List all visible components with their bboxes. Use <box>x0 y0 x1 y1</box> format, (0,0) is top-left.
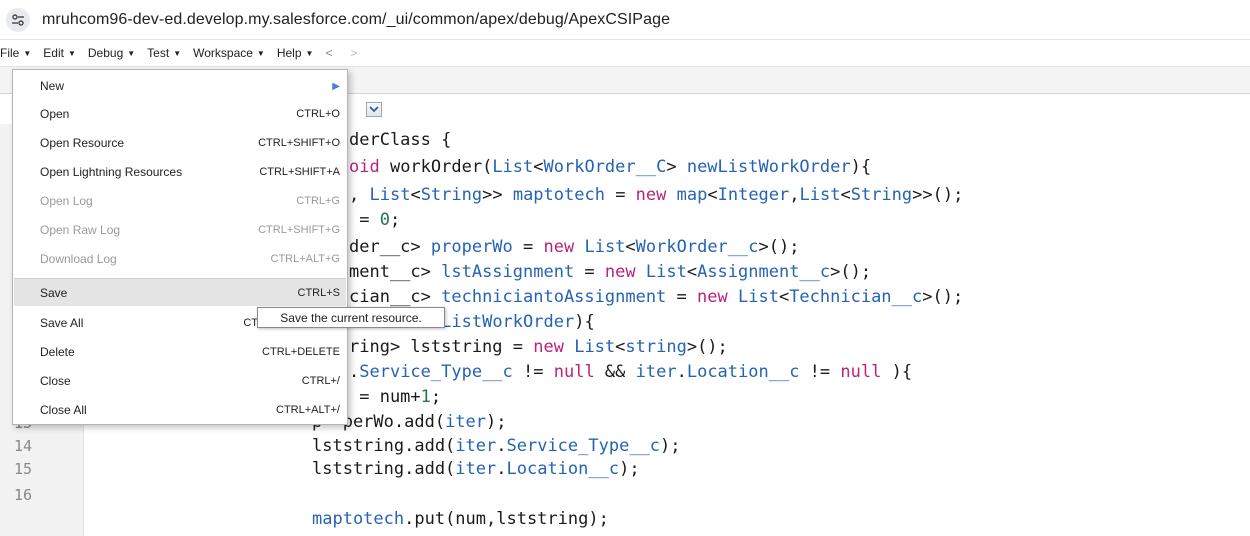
menu-help[interactable]: Help ▼ <box>277 46 314 60</box>
code-line: oid workOrder(List<WorkOrder__C> newList… <box>349 157 872 177</box>
menu-item-close-all[interactable]: Close All CTRL+ALT+/ <box>14 396 346 424</box>
tune-icon[interactable] <box>6 7 30 32</box>
menu-item-open-raw-log: Open Raw Log CTRL+SHIFT+G <box>14 216 346 244</box>
menu-item-label: New <box>40 79 65 93</box>
forward-arrow-icon[interactable]: > <box>350 46 357 60</box>
menu-item-open-log: Open Log CTRL+G <box>14 187 346 215</box>
code-line: cian__c> techniciantoAssignment = new Li… <box>349 287 964 307</box>
menu-item-label: Open Log <box>40 194 93 208</box>
code-line: = num+1; <box>349 387 442 407</box>
menu-item-open-lightning-resources[interactable]: Open Lightning Resources CTRL+SHIFT+A <box>14 158 346 186</box>
menu-file[interactable]: File ▼ <box>0 46 31 60</box>
menu-file-label: File <box>0 46 20 60</box>
url-text[interactable]: mruhcom96-dev-ed.develop.my.salesforce.c… <box>42 11 670 29</box>
code-line: lststring.add(iter.Service_Type__c); <box>312 436 681 456</box>
code-line: , List<String>> maptotech = new map<Inte… <box>349 185 964 205</box>
menu-item-label: Close All <box>40 403 87 417</box>
menu-test[interactable]: Test ▼ <box>147 46 181 60</box>
menu-item-shortcut: CTRL+SHIFT+A <box>259 166 340 178</box>
menu-item-new[interactable]: New ▶ <box>14 72 346 100</box>
menu-workspace[interactable]: Workspace ▼ <box>193 46 265 60</box>
line-number: 14 <box>14 437 33 455</box>
menu-item-shortcut: CTRL+SHIFT+G <box>258 224 340 236</box>
menu-item-shortcut: CTRL+ALT+/ <box>276 404 340 416</box>
menu-debug[interactable]: Debug ▼ <box>88 46 135 60</box>
caret-down-icon: ▼ <box>23 48 32 58</box>
code-line: der__c> properWo = new List<WorkOrder__c… <box>349 237 800 257</box>
code-line: ment__c> lstAssignment = new List<Assign… <box>349 262 872 282</box>
menu-edit[interactable]: Edit ▼ <box>43 46 76 60</box>
menu-item-label: Open Resource <box>40 136 125 150</box>
menu-item-shortcut: CTRL+DELETE <box>262 346 340 358</box>
code-line: .Service_Type__c != null && iter.Locatio… <box>349 362 913 382</box>
code-line: maptotech.put(num,lststring); <box>312 509 609 529</box>
code-line: = 0; <box>349 210 401 230</box>
menu-item-label: Save All <box>40 316 84 330</box>
menu-item-label: Close <box>40 374 71 388</box>
caret-down-icon: ▼ <box>67 48 76 58</box>
caret-down-icon: ▼ <box>127 48 136 58</box>
menu-item-open[interactable]: Open CTRL+O <box>14 100 346 128</box>
address-bar[interactable]: mruhcom96-dev-ed.develop.my.salesforce.c… <box>0 0 1250 40</box>
menu-item-shortcut: CTRL+ALT+G <box>270 253 341 265</box>
caret-down-icon: ▼ <box>256 48 265 58</box>
menu-debug-label: Debug <box>87 46 124 60</box>
menu-item-shortcut: CTRL+S <box>297 286 341 299</box>
line-number: 15 <box>14 460 33 478</box>
code-line: derClass { <box>349 130 452 150</box>
menu-bar: File ▼ Edit ▼ Debug ▼ Test ▼ Workspace ▼ Help… <box>0 40 1250 66</box>
menu-item-close[interactable]: Close CTRL+/ <box>14 367 346 395</box>
menu-item-save[interactable]: Save CTRL+S <box>14 278 346 306</box>
menu-item-label: Download Log <box>40 252 117 266</box>
menu-item-delete[interactable]: Delete CTRL+DELETE <box>14 338 346 366</box>
file-menu-dropdown: New ▶ Open CTRL+O Open Resource CTRL+SHI… <box>12 69 348 425</box>
caret-down-icon: ▼ <box>305 48 314 58</box>
menu-item-label: Open <box>40 107 70 121</box>
menu-item-shortcut: CTRL+O <box>296 108 340 120</box>
menu-item-open-resource[interactable]: Open Resource CTRL+SHIFT+O <box>14 129 346 157</box>
menu-item-download-log: Download Log CTRL+ALT+G <box>14 245 346 273</box>
caret-down-icon: ▼ <box>173 48 182 58</box>
chevron-down-icon <box>369 106 379 113</box>
save-tooltip: Save the current resource. <box>257 307 445 328</box>
code-line: ring> lststring = new List<string>(); <box>349 337 728 357</box>
line-number: 16 <box>14 486 33 504</box>
menu-item-label: Open Lightning Resources <box>40 165 183 179</box>
menu-help-label: Help <box>276 46 302 60</box>
menu-item-label: Delete <box>40 345 75 359</box>
api-version-dropdown[interactable] <box>366 102 382 117</box>
menu-test-label: Test <box>147 46 170 60</box>
menu-edit-label: Edit <box>43 46 64 60</box>
menu-item-shortcut: CTRL+/ <box>301 375 340 387</box>
code-line: lststring.add(iter.Location__c); <box>312 459 640 479</box>
menu-workspace-label: Workspace <box>193 46 253 60</box>
back-arrow-icon[interactable]: < <box>325 46 332 60</box>
menu-item-shortcut: CTRL+SHIFT+O <box>258 137 340 149</box>
submenu-arrow-icon: ▶ <box>332 80 340 92</box>
menu-item-shortcut: CT <box>243 317 258 329</box>
menu-item-shortcut: CTRL+G <box>296 195 340 207</box>
menu-item-label: Save <box>40 285 68 300</box>
menu-item-label: Open Raw Log <box>40 223 121 237</box>
